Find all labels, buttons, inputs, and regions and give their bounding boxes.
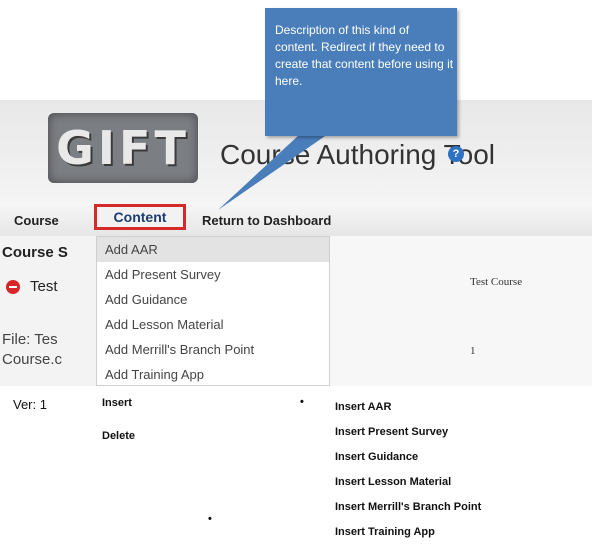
menu-item-add-aar[interactable]: Add AAR (97, 237, 329, 262)
menu-item-add-training-app[interactable]: Add Training App (97, 362, 329, 387)
insert-aar[interactable]: Insert AAR (335, 400, 481, 425)
menu-item-add-lesson-material[interactable]: Add Lesson Material (97, 312, 329, 337)
help-icon[interactable]: ? (448, 146, 464, 162)
callout-text: Description of this kind of content. Red… (275, 23, 454, 88)
menu-item-add-merrills-branch-point[interactable]: Add Merrill's Branch Point (97, 337, 329, 362)
course-name-field[interactable]: Test Course (470, 276, 522, 288)
insert-present-survey[interactable]: Insert Present Survey (335, 425, 481, 450)
gift-logo: GIFT (48, 113, 198, 183)
insert-training-app[interactable]: Insert Training App (335, 525, 481, 550)
course-structure-title: Course S (2, 244, 68, 261)
insert-submenu: Insert AAR Insert Present Survey Insert … (335, 400, 481, 550)
submenu-arrow-bullet: • (300, 396, 304, 408)
course-item-test[interactable]: Test (30, 278, 58, 295)
remove-icon[interactable] (6, 280, 20, 294)
insert-option[interactable]: Insert (102, 397, 132, 409)
version-label: Ver: 1 (13, 397, 47, 412)
file-line-1: File: Tes (2, 331, 58, 348)
dot-mark: • (208, 513, 212, 525)
content-dropdown-menu: Add AAR Add Present Survey Add Guidance … (96, 236, 330, 386)
number-field[interactable]: 1 (470, 345, 476, 357)
menu-course[interactable]: Course (14, 213, 59, 228)
menu-return-to-dashboard[interactable]: Return to Dashboard (202, 213, 331, 228)
menu-content[interactable]: Content (94, 204, 186, 230)
course-file-label: File: Tes Course.c (2, 330, 62, 370)
logo-text: GIFT (56, 121, 190, 175)
insert-merrills-branch-point[interactable]: Insert Merrill's Branch Point (335, 500, 481, 525)
insert-guidance[interactable]: Insert Guidance (335, 450, 481, 475)
menu-item-add-guidance[interactable]: Add Guidance (97, 287, 329, 312)
insert-lesson-material[interactable]: Insert Lesson Material (335, 475, 481, 500)
delete-option[interactable]: Delete (102, 430, 135, 442)
file-line-2: Course.c (2, 351, 63, 368)
menu-item-add-present-survey[interactable]: Add Present Survey (97, 262, 329, 287)
callout-pointer (218, 134, 328, 210)
